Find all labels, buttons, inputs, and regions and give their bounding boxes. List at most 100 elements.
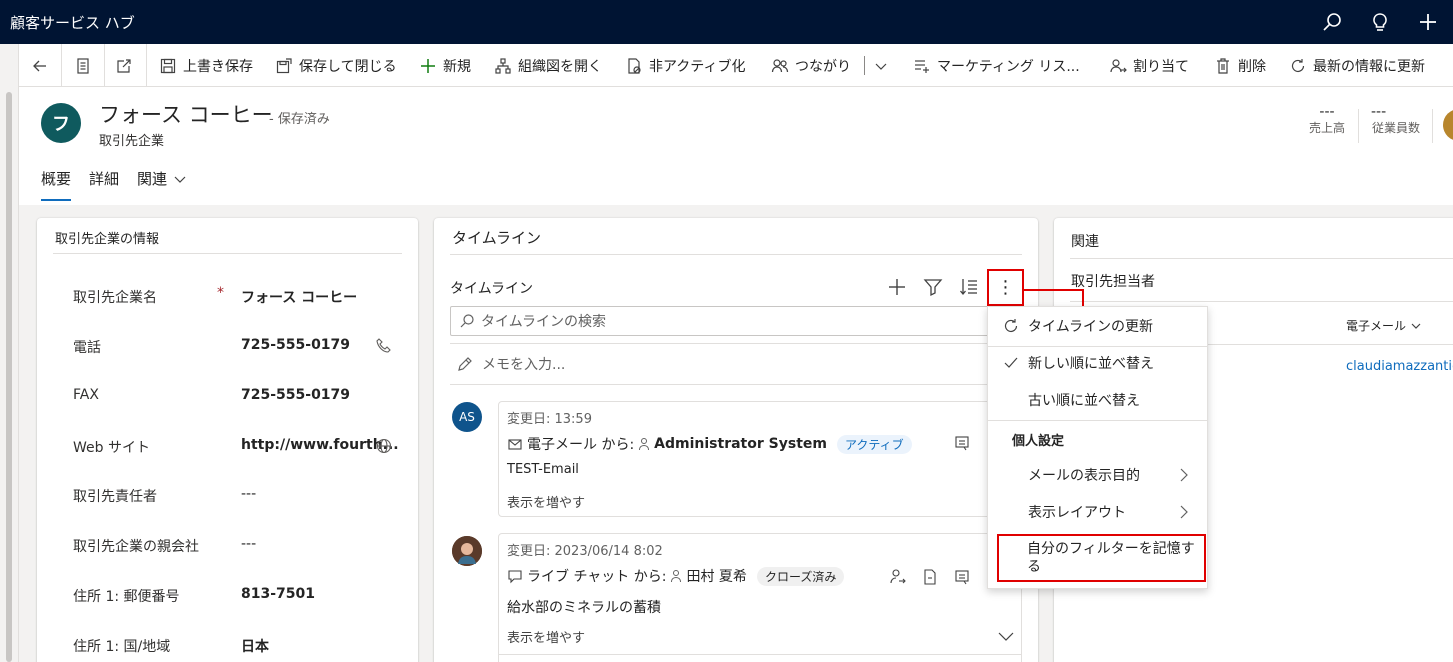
- save-close-icon: [276, 57, 292, 73]
- entry-subject: TEST-Email: [507, 462, 579, 477]
- timeline-card-title: タイムライン: [452, 229, 541, 247]
- record-header: フ フォース コーヒー - 保存済み 取引先企業 --- 売上高 --- 従業員…: [19, 87, 1453, 205]
- related-title: 関連: [1071, 234, 1099, 250]
- timeline-more-options-button[interactable]: ⋮: [987, 269, 1024, 306]
- assign-button[interactable]: 割り当て: [1109, 44, 1189, 87]
- people-icon: [771, 58, 789, 72]
- field-fax[interactable]: FAX 725-555-0179: [73, 381, 403, 411]
- more-commands-dropdown[interactable]: [872, 44, 890, 87]
- open-org-chart-button[interactable]: 組織図を開く: [494, 44, 602, 87]
- globe-icon[interactable]: [375, 437, 393, 455]
- menu-item-display-layout[interactable]: 表示レイアウト: [988, 494, 1207, 530]
- left-rail: [0, 44, 19, 662]
- owner-avatar[interactable]: [1443, 109, 1453, 141]
- avatar[interactable]: [452, 536, 482, 566]
- sort-icon[interactable]: [958, 276, 980, 298]
- menu-item-sort-newest[interactable]: 新しい順に並べ替え: [988, 345, 1207, 381]
- phone-icon[interactable]: [375, 337, 393, 355]
- field-primary-contact[interactable]: 取引先責任者 ---: [73, 480, 403, 510]
- sender-link[interactable]: Administrator System: [654, 436, 827, 452]
- card-title: 取引先企業の情報: [55, 232, 160, 247]
- field-phone[interactable]: 電話 725-555-0179: [73, 331, 403, 361]
- save-button[interactable]: 上書き保存: [159, 44, 253, 87]
- command-bar: 上書き保存 保存して閉じる 新規 組織図を開く 非アクティブ化 つながり マーケ…: [19, 44, 1453, 87]
- chevron-right-icon: [1177, 505, 1191, 519]
- header-field-employees[interactable]: --- 従業員数: [1371, 105, 1421, 136]
- chat-icon: [508, 570, 522, 584]
- back-button[interactable]: [31, 44, 49, 87]
- menu-item-remember-filters[interactable]: 自分のフィルターを記憶する: [1027, 540, 1197, 576]
- pop-out-icon: [117, 58, 131, 73]
- chevron-down-icon: [1411, 323, 1421, 329]
- deactivate-icon: [628, 57, 641, 74]
- open-new-window-button[interactable]: [115, 44, 133, 87]
- entry-subject: 給水部のミネラルの蓄積: [507, 600, 661, 616]
- open-record-icon[interactable]: [953, 434, 971, 452]
- connect-button[interactable]: つながり: [771, 44, 851, 87]
- required-indicator: *: [217, 285, 224, 301]
- checkmark-icon: [1002, 354, 1020, 372]
- field-postal-code[interactable]: 住所 1: 郵便番号 813-7501: [73, 580, 403, 610]
- status-badge: アクティブ: [836, 434, 912, 454]
- sender-link[interactable]: 田村 夏希: [686, 566, 746, 586]
- tab-summary[interactable]: 概要: [41, 167, 72, 201]
- delete-button[interactable]: 削除: [1214, 44, 1266, 87]
- document-icon: [77, 57, 89, 74]
- plus-icon[interactable]: [1414, 8, 1442, 36]
- org-chart-icon: [495, 57, 511, 74]
- assign-person-icon: [1110, 58, 1127, 72]
- timeline-card: タイムライン タイムライン ⋮ タイムラインの検索 メモを入力... AS 変更…: [434, 218, 1038, 662]
- refresh-icon: [1291, 58, 1305, 72]
- show-more-link[interactable]: 表示を増やす: [507, 627, 585, 646]
- save-and-close-button[interactable]: 保存して閉じる: [275, 44, 397, 87]
- tab-details[interactable]: 詳細: [89, 167, 119, 201]
- add-activity-icon[interactable]: [886, 276, 908, 298]
- annotation-connector: [1023, 289, 1084, 291]
- field-account-name[interactable]: 取引先企業名 * フォース コーヒー: [73, 281, 403, 311]
- timeline-entry[interactable]: 変更日: 2023/06/14 8:02 ライブ チャット から: 田村 夏希 …: [498, 533, 1022, 662]
- scrollbar-thumb[interactable]: [6, 92, 12, 662]
- new-button[interactable]: 新規: [419, 44, 471, 87]
- menu-item-sort-oldest[interactable]: 古い順に並べ替え: [988, 382, 1207, 418]
- menu-item-email-purpose[interactable]: メールの表示目的: [988, 457, 1207, 493]
- column-header-email[interactable]: 電子メール: [1346, 317, 1422, 334]
- status-badge: クローズ済み: [756, 566, 845, 586]
- tab-related[interactable]: 関連: [137, 167, 187, 201]
- chevron-down-icon: [875, 63, 887, 70]
- filter-icon[interactable]: [922, 276, 944, 298]
- record-tabs: 概要 詳細 関連: [41, 167, 187, 201]
- search-icon[interactable]: [1318, 8, 1346, 36]
- add-to-queue-icon[interactable]: [921, 568, 939, 586]
- show-more-link[interactable]: 表示を増やす: [507, 492, 585, 511]
- deactivate-button[interactable]: 非アクティブ化: [625, 44, 745, 87]
- avatar[interactable]: AS: [452, 402, 482, 432]
- note-input[interactable]: メモを入力...: [456, 354, 565, 374]
- person-icon: [671, 570, 682, 583]
- save-icon: [160, 58, 176, 73]
- timeline-search-input[interactable]: タイムラインの検索: [450, 306, 1020, 336]
- chevron-down-icon[interactable]: [997, 627, 1015, 645]
- app-top-bar: 顧客サービス ハブ: [0, 0, 1453, 44]
- add-to-marketing-list-button[interactable]: マーケティング リス...: [913, 44, 1080, 87]
- header-field-revenue[interactable]: --- 売上高: [1309, 105, 1345, 136]
- lightbulb-icon[interactable]: [1366, 8, 1394, 36]
- plus-icon: [421, 58, 435, 73]
- list-add-icon: [915, 59, 929, 73]
- field-country[interactable]: 住所 1: 国/地域 日本: [73, 630, 403, 660]
- chevron-right-icon: [1177, 468, 1191, 482]
- assign-icon[interactable]: [889, 568, 907, 586]
- app-title[interactable]: 顧客サービス ハブ: [10, 12, 135, 33]
- timeline-entry[interactable]: 変更日: 13:59 電子メール から: Administrator Syste…: [498, 401, 1022, 517]
- refresh-icon: [1002, 317, 1020, 335]
- contact-email-link[interactable]: claudiamazzanti@: [1346, 359, 1453, 374]
- timeline-section-title: タイムライン: [450, 281, 534, 297]
- field-website[interactable]: Web サイト http://www.fourth...: [73, 431, 403, 461]
- field-parent-account[interactable]: 取引先企業の親会社 ---: [73, 530, 403, 560]
- refresh-button[interactable]: 最新の情報に更新: [1289, 44, 1425, 87]
- record-title: フォース コーヒー: [99, 103, 273, 127]
- open-record-icon[interactable]: [953, 568, 971, 586]
- menu-section-personal-settings: 個人設定: [1012, 434, 1065, 449]
- contacts-subgrid-title: 取引先担当者: [1071, 274, 1155, 290]
- form-view-button[interactable]: [74, 44, 92, 87]
- menu-item-refresh-timeline[interactable]: タイムラインの更新: [988, 308, 1207, 344]
